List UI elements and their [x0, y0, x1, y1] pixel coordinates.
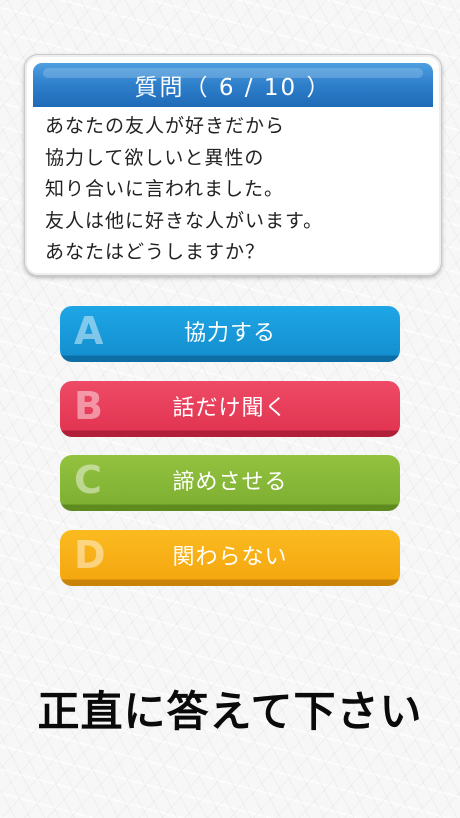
question-header: 質問（ 6 / 10 ） — [33, 63, 433, 107]
answer-c-button[interactable]: C 諦めさせる — [60, 455, 400, 511]
instruction-text: 正直に答えて下さい — [37, 687, 423, 736]
answer-d-label: 関わらない — [172, 545, 288, 570]
question-line: あなたの友人が好きだから — [45, 115, 286, 137]
answer-b-label: 話だけ聞く — [172, 396, 288, 421]
question-line: 友人は他に好きな人がいます。 — [45, 209, 324, 232]
answer-d-button[interactable]: D 関わらない — [60, 530, 400, 586]
question-title: 質問（ 6 / 10 ） — [134, 75, 332, 101]
question-line: 知り合いに言われました。 — [45, 178, 285, 200]
question-line: 協力して欲しいと異性の — [45, 146, 265, 169]
answer-a-button[interactable]: A 協力する — [60, 306, 400, 362]
answer-c-label: 諦めさせる — [172, 470, 288, 495]
answer-a-label: 協力する — [183, 321, 276, 346]
answer-b-button[interactable]: B 話だけ聞く — [60, 381, 400, 437]
question-card: 質問（ 6 / 10 ） あなたの友人が好きだから 協力して欲しいと異性の 知り… — [24, 54, 442, 276]
question-text: あなたの友人が好きだから 協力して欲しいと異性の 知り合いに言われました。 友人… — [45, 111, 431, 269]
question-line: あなたはどうしますか？ — [45, 241, 266, 263]
